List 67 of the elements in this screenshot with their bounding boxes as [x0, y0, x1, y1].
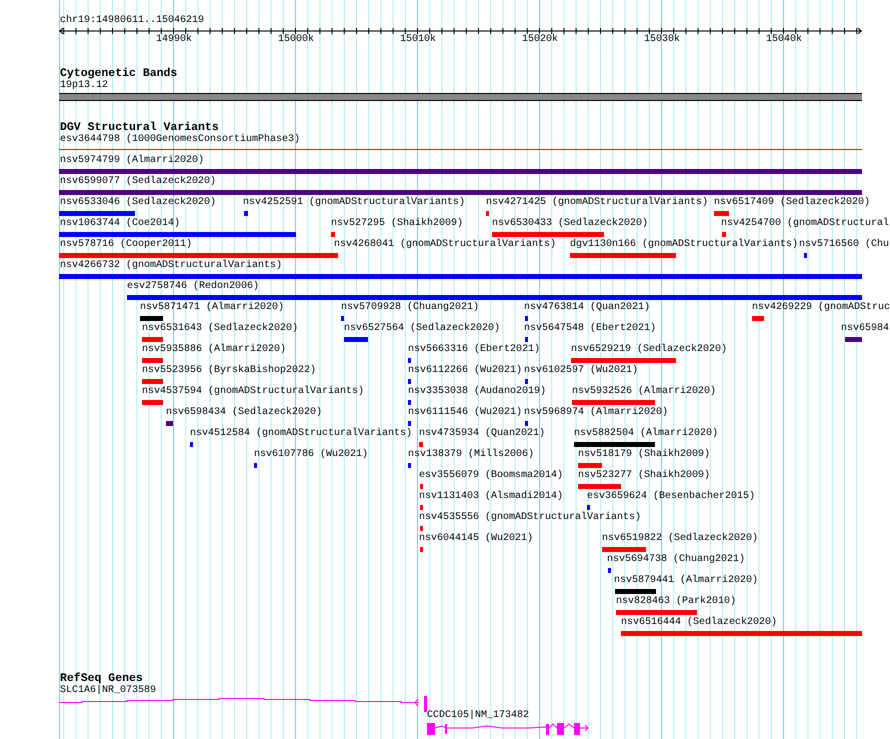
- variant-label: nsv6107786 (Wu2021): [254, 449, 368, 461]
- variant-label: nsv5523956 (ByrskaBishop2022): [142, 365, 316, 377]
- variant-label: nsv5932526 (Almarri2020): [572, 386, 716, 398]
- variant-label: esv3556079 (Boomsma2014): [419, 470, 564, 482]
- track-title: Cytogenetic Bands: [60, 68, 178, 80]
- variant-label: nsv1063744 (Coe2014): [60, 218, 180, 230]
- variant-label: nsv4537594 (gnomADStructuralVariants): [142, 386, 364, 398]
- variant-label: nsv4252591 (gnomADStructuralVariants): [243, 197, 466, 209]
- tick-label: 14990k: [156, 34, 192, 46]
- variant-label: nsv828463 (Park2010): [616, 596, 736, 608]
- variant-label: nsv6531643 (Sedlazeck2020): [142, 323, 298, 335]
- variant-label: nsv5974799 (Almarri2020): [60, 155, 204, 167]
- variant-label: nsv4254700 (gnomADStructural: [721, 218, 890, 230]
- variant-label: nsv5935886 (Almarri2020): [142, 344, 286, 356]
- gene-label: SLC1A6|NR_073589: [60, 685, 156, 697]
- variant-label: nsv4512584 (gnomADStructuralVariants): [190, 428, 412, 440]
- variant-label: nsv4269229 (gnomADStruc: [752, 302, 890, 314]
- tick-label: 15040k: [766, 34, 802, 46]
- track-title: DGV Structural Variants: [60, 122, 219, 134]
- variant-label: nsv6516444 (Sedlazeck2020): [621, 617, 778, 629]
- variant-label: nsv4268041 (gnomADStructuralVariants): [334, 239, 556, 251]
- band-label: 19p13.12: [60, 80, 108, 92]
- variant-label: nsv5694738 (Chuang2021): [607, 554, 746, 566]
- variant-label: nsv65984: [841, 323, 890, 335]
- variant-label: nsv518179 (Shaikh2009): [578, 449, 710, 461]
- variant-label: nsv5879441 (Almarri2020): [614, 575, 758, 587]
- variant-label: nsv3353038 (Audano2019): [408, 386, 546, 398]
- track-title: RefSeq Genes: [60, 673, 143, 685]
- variant-label: nsv4763814 (Quan2021): [524, 302, 650, 314]
- chromosome-position: chr19:14980611..15046219: [60, 15, 204, 27]
- variant-label: nsv4266732 (gnomADStructuralVariants): [60, 260, 282, 272]
- variant-label: nsv5968974 (Almarri2020): [524, 407, 668, 419]
- variant-label: nsv6598434 (Sedlazeck2020): [166, 407, 322, 419]
- tick-label: 15010k: [400, 34, 436, 46]
- variant-label: esv3659624 (Besenbacher2015): [587, 491, 756, 503]
- tick-label: 15000k: [278, 34, 314, 46]
- variant-label: nsv5871471 (Almarri2020): [140, 302, 284, 314]
- variant-label: dgv1130n166 (gnomADStructuralVariants): [570, 239, 798, 251]
- variant-label: nsv527295 (Shaikh2009): [331, 218, 464, 230]
- variant-label: nsv4535556 (gnomADStructuralVariants): [419, 512, 642, 524]
- variant-label: nsv6111546 (Wu2021): [408, 407, 522, 419]
- variant-label: nsv6599077 (Sedlazeck2020): [60, 176, 216, 188]
- variant-label: nsv6519822 (Sedlazeck2020): [602, 533, 758, 545]
- variant-label: nsv4735934 (Quan2021): [419, 428, 546, 440]
- variant-label: nsv5882504 (Almarri2020): [574, 428, 718, 440]
- variant-label: nsv6044145 (Wu2021): [419, 533, 534, 545]
- variant-label: nsv5647548 (Ebert2021): [524, 323, 656, 335]
- variant-label: nsv6517409 (Sedlazeck2020): [714, 197, 870, 209]
- variant-label: nsv6533046 (Sedlazeck2020): [60, 197, 216, 209]
- variant-label: nsv6112266 (Wu2021): [408, 365, 522, 377]
- variant-label: nsv6529219 (Sedlazeck2020): [571, 344, 728, 356]
- variant-label: nsv4271425 (gnomADStructuralVariants): [486, 197, 708, 209]
- variant-label: esv2758746 (Redon2006): [127, 281, 260, 293]
- variant-label: nsv5709928 (Chuang2021): [341, 302, 480, 314]
- variant-label: nsv5663316 (Ebert2021): [408, 344, 540, 356]
- tick-label: 15030k: [644, 34, 680, 46]
- variant-label: nsv523277 (Shaikh2009): [578, 470, 710, 482]
- variant-label: nsv5716560 (Chu: [799, 239, 890, 251]
- tick-label: 15020k: [522, 34, 558, 46]
- variant-label: nsv138379 (Mills2006): [408, 449, 534, 461]
- gene-label: CCDC105|NM_173482: [427, 710, 530, 722]
- variant-label: esv3644798 (1000GenomesConsortiumPhase3): [60, 134, 300, 146]
- variant-label: nsv578716 (Cooper2011): [60, 239, 192, 251]
- variant-label: nsv6527564 (Sedlazeck2020): [344, 323, 500, 335]
- variant-label: nsv6530433 (Sedlazeck2020): [492, 218, 648, 230]
- variant-label: nsv6102597 (Wu2021): [524, 365, 638, 377]
- variant-label: nsv1131403 (Alsmadi2014): [419, 491, 564, 503]
